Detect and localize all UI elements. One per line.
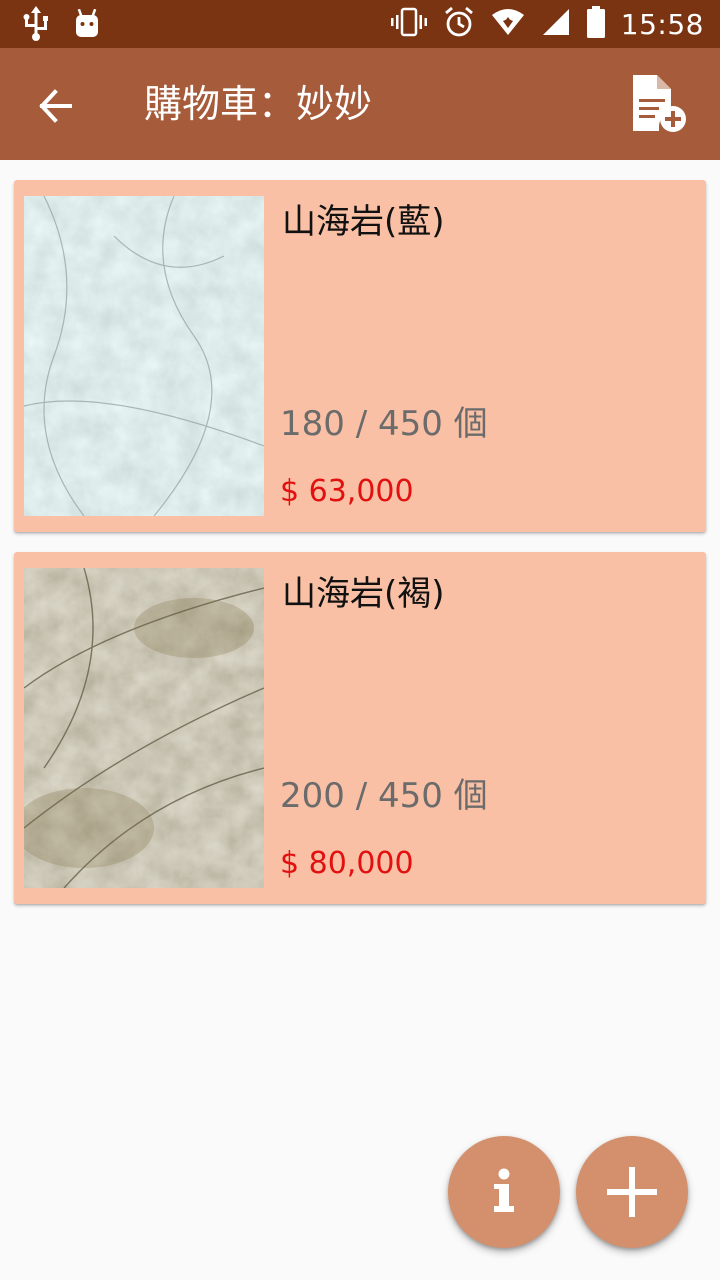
page-title: 購物車：妙妙 — [144, 82, 373, 126]
status-left-icons — [22, 6, 100, 46]
document-add-icon — [633, 75, 686, 132]
usb-icon — [22, 6, 50, 46]
product-quantity: 180 / 450 個 — [280, 404, 488, 444]
product-image — [24, 196, 264, 516]
vibrate-icon — [390, 7, 427, 41]
product-price: $ 80,000 — [280, 846, 414, 881]
product-price: $ 63,000 — [280, 474, 414, 509]
product-name: 山海岩(褐) — [282, 574, 445, 614]
wifi-icon — [491, 8, 525, 40]
product-image — [24, 568, 264, 888]
status-right-icons: 15:58 — [390, 6, 704, 42]
cart-item-card[interactable]: 山海岩(藍) 180 / 450 個 $ 63,000 — [14, 180, 706, 532]
add-document-button[interactable] — [628, 68, 692, 140]
android-debug-icon — [74, 8, 100, 43]
product-quantity: 200 / 450 個 — [280, 776, 488, 816]
battery-icon — [586, 6, 605, 42]
info-icon — [494, 1168, 514, 1212]
app-bar: 購物車：妙妙 — [0, 48, 720, 160]
alarm-icon — [443, 6, 475, 42]
arrow-left-icon — [39, 89, 72, 123]
cart-item-card[interactable]: 山海岩(褐) 200 / 450 個 $ 80,000 — [14, 552, 706, 904]
back-button[interactable] — [20, 70, 92, 142]
product-name: 山海岩(藍) — [282, 202, 445, 242]
signal-icon — [541, 7, 571, 41]
status-time: 15:58 — [620, 7, 704, 41]
add-button[interactable] — [576, 1136, 688, 1248]
plus-icon — [607, 1167, 657, 1217]
status-bar: 15:58 — [0, 0, 720, 48]
info-button[interactable] — [448, 1136, 560, 1248]
